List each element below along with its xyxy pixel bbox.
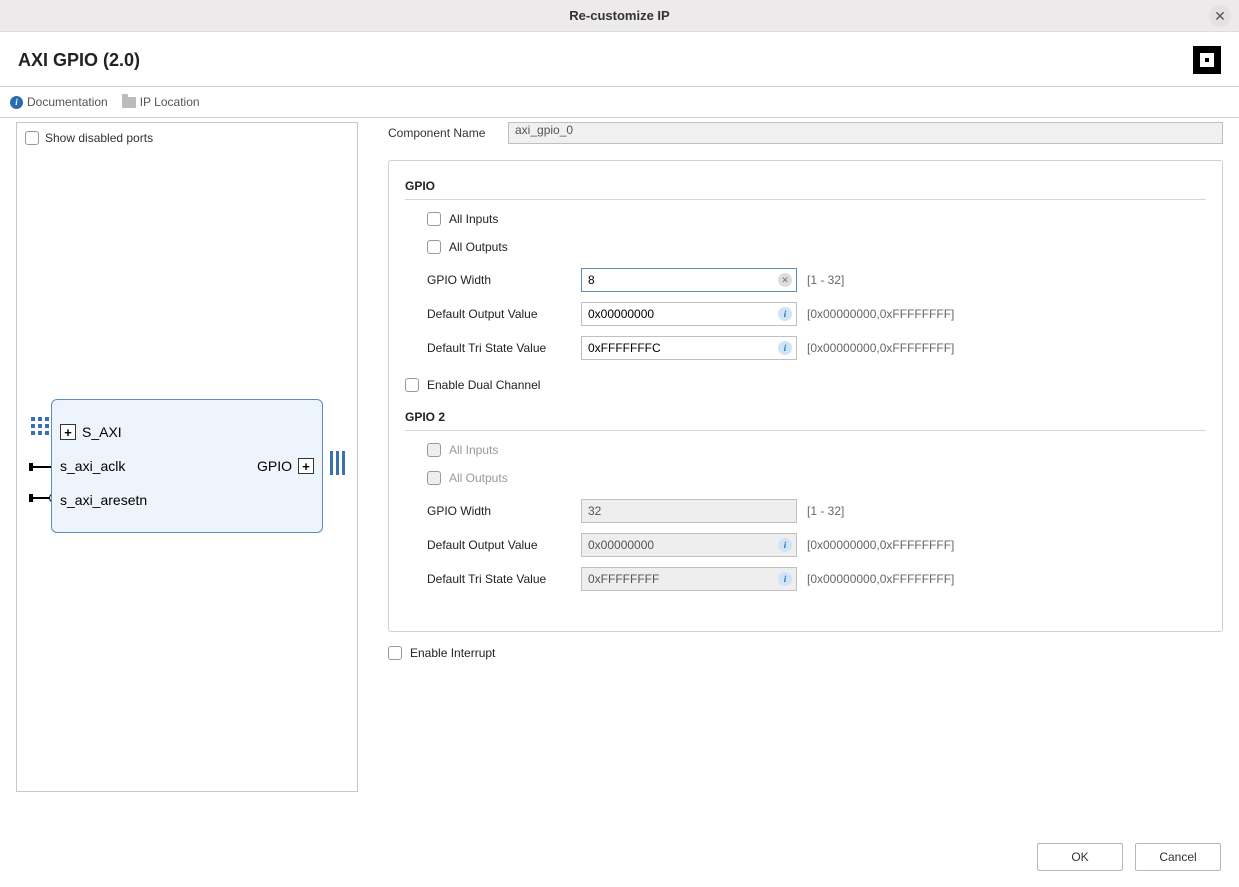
- title-bar: Re-customize IP ✕: [0, 0, 1239, 32]
- documentation-label: Documentation: [27, 95, 108, 109]
- expand-icon[interactable]: +: [60, 424, 76, 440]
- window-title: Re-customize IP: [569, 8, 669, 23]
- gpio-tristate-row: Default Tri State Value i [0x00000000,0x…: [427, 336, 1206, 360]
- bus-connector-icon: [31, 417, 49, 435]
- show-disabled-ports-checkbox[interactable]: Show disabled ports: [25, 131, 349, 145]
- gpio-default-output-row: Default Output Value i [0x00000000,0xFFF…: [427, 302, 1206, 326]
- gpio-all-inputs-checkbox[interactable]: All Inputs: [427, 212, 1206, 226]
- gpio2-tristate-input: i: [581, 567, 797, 591]
- info-icon: i: [778, 572, 792, 586]
- info-icon: i: [778, 538, 792, 552]
- documentation-link[interactable]: i Documentation: [10, 95, 108, 109]
- ip-location-label: IP Location: [140, 95, 200, 109]
- component-name-input[interactable]: axi_gpio_0: [508, 122, 1223, 144]
- folder-icon: [122, 97, 136, 108]
- ip-header: AXI GPIO (2.0): [0, 32, 1239, 86]
- show-disabled-label: Show disabled ports: [45, 131, 153, 145]
- gpio-width-row: GPIO Width ✕ [1 - 32]: [427, 268, 1206, 292]
- show-disabled-checkbox-input[interactable]: [25, 131, 39, 145]
- links-row: i Documentation IP Location: [0, 87, 1239, 117]
- ip-title: AXI GPIO (2.0): [18, 50, 140, 71]
- close-icon: ✕: [1214, 8, 1226, 25]
- amd-logo-icon: [1193, 46, 1221, 74]
- port-s-axi-aclk[interactable]: s_axi_aclk: [60, 458, 125, 474]
- gpio2-width-row: GPIO Width [1 - 32]: [427, 499, 1206, 523]
- gpio2-all-outputs-checkbox: All Outputs: [427, 471, 1206, 485]
- main-area: Show disabled ports + S_AXI s_axi_aclk s…: [0, 118, 1239, 792]
- component-name-label: Component Name: [388, 126, 508, 140]
- footer-buttons: OK Cancel: [1037, 843, 1221, 871]
- info-icon[interactable]: i: [778, 307, 792, 321]
- gpio-width-input[interactable]: ✕: [581, 268, 797, 292]
- gpio-section-header: GPIO: [405, 179, 1206, 200]
- gpio-default-output-input[interactable]: i: [581, 302, 797, 326]
- gpio-config-box: GPIO All Inputs All Outputs GPIO Width ✕…: [388, 160, 1223, 632]
- gpio2-tristate-row: Default Tri State Value i [0x00000000,0x…: [427, 567, 1206, 591]
- port-gpio[interactable]: GPIO +: [257, 458, 314, 474]
- reset-connector-icon: [31, 497, 51, 499]
- port-s-axi[interactable]: + S_AXI: [60, 424, 122, 440]
- gpio2-all-inputs-checkbox: All Inputs: [427, 443, 1206, 457]
- gpio2-default-output-input: i: [581, 533, 797, 557]
- preview-panel: Show disabled ports + S_AXI s_axi_aclk s…: [16, 122, 358, 792]
- cancel-button[interactable]: Cancel: [1135, 843, 1221, 871]
- gpio-tristate-input[interactable]: i: [581, 336, 797, 360]
- gpio-connector-icon: [330, 451, 345, 475]
- ip-block-diagram[interactable]: + S_AXI s_axi_aclk s_axi_aresetn GPIO +: [51, 399, 323, 533]
- expand-icon[interactable]: +: [298, 458, 314, 474]
- gpio2-section-header: GPIO 2: [405, 410, 1206, 431]
- enable-dual-channel-checkbox[interactable]: Enable Dual Channel: [405, 378, 1206, 392]
- enable-interrupt-checkbox[interactable]: Enable Interrupt: [388, 646, 1223, 660]
- info-icon[interactable]: i: [778, 341, 792, 355]
- ip-location-link[interactable]: IP Location: [122, 95, 200, 109]
- config-panel: Component Name axi_gpio_0 GPIO All Input…: [388, 122, 1223, 792]
- info-icon: i: [10, 96, 23, 109]
- gpio2-width-input: [581, 499, 797, 523]
- gpio2-default-output-row: Default Output Value i [0x00000000,0xFFF…: [427, 533, 1206, 557]
- gpio-all-outputs-checkbox[interactable]: All Outputs: [427, 240, 1206, 254]
- component-name-row: Component Name axi_gpio_0: [388, 122, 1223, 144]
- port-s-axi-aresetn[interactable]: s_axi_aresetn: [60, 492, 147, 508]
- clock-connector-icon: [31, 466, 51, 468]
- ok-button[interactable]: OK: [1037, 843, 1123, 871]
- close-button[interactable]: ✕: [1209, 5, 1231, 27]
- clear-icon[interactable]: ✕: [778, 273, 792, 287]
